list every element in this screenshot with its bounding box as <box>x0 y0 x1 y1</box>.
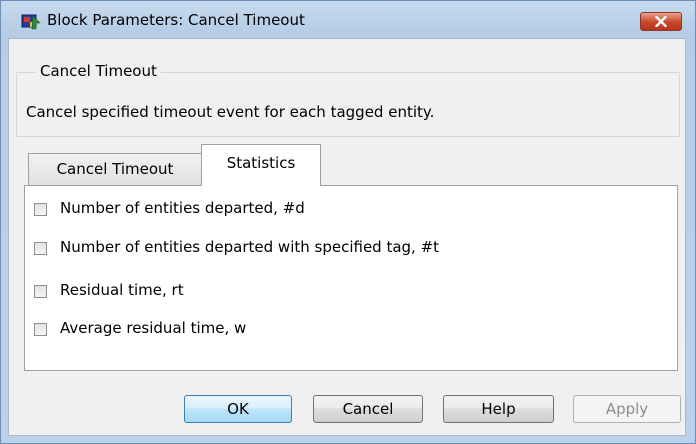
tab-cancel-timeout[interactable]: Cancel Timeout <box>28 153 202 185</box>
average-residual-time-checkbox[interactable] <box>34 323 47 336</box>
checkbox-label[interactable]: Number of entities departed with specifi… <box>60 238 439 256</box>
help-button[interactable]: Help <box>443 395 554 423</box>
checkbox-label[interactable]: Number of entities departed, #d <box>60 199 305 217</box>
checkbox-label[interactable]: Average residual time, w <box>60 319 246 337</box>
block-description: Cancel specified timeout event for each … <box>26 103 435 121</box>
entities-departed-checkbox[interactable] <box>34 203 47 216</box>
window-title: Block Parameters: Cancel Timeout <box>47 11 305 29</box>
residual-time-checkbox[interactable] <box>34 285 47 298</box>
apply-button[interactable]: Apply <box>573 395 681 423</box>
close-icon <box>655 16 667 27</box>
cancel-button[interactable]: Cancel <box>313 395 423 423</box>
checkbox-label[interactable]: Residual time, rt <box>60 281 184 299</box>
ok-button[interactable]: OK <box>184 395 292 423</box>
entities-departed-tag-checkbox[interactable] <box>34 242 47 255</box>
simulink-block-icon <box>21 13 41 31</box>
tab-statistics[interactable]: Statistics <box>201 144 321 186</box>
title-bar[interactable]: Block Parameters: Cancel Timeout <box>1 1 695 39</box>
tab-label: Statistics <box>226 154 296 172</box>
close-button[interactable] <box>640 12 682 31</box>
group-title: Cancel Timeout <box>36 62 161 80</box>
tab-label: Cancel Timeout <box>56 160 174 178</box>
